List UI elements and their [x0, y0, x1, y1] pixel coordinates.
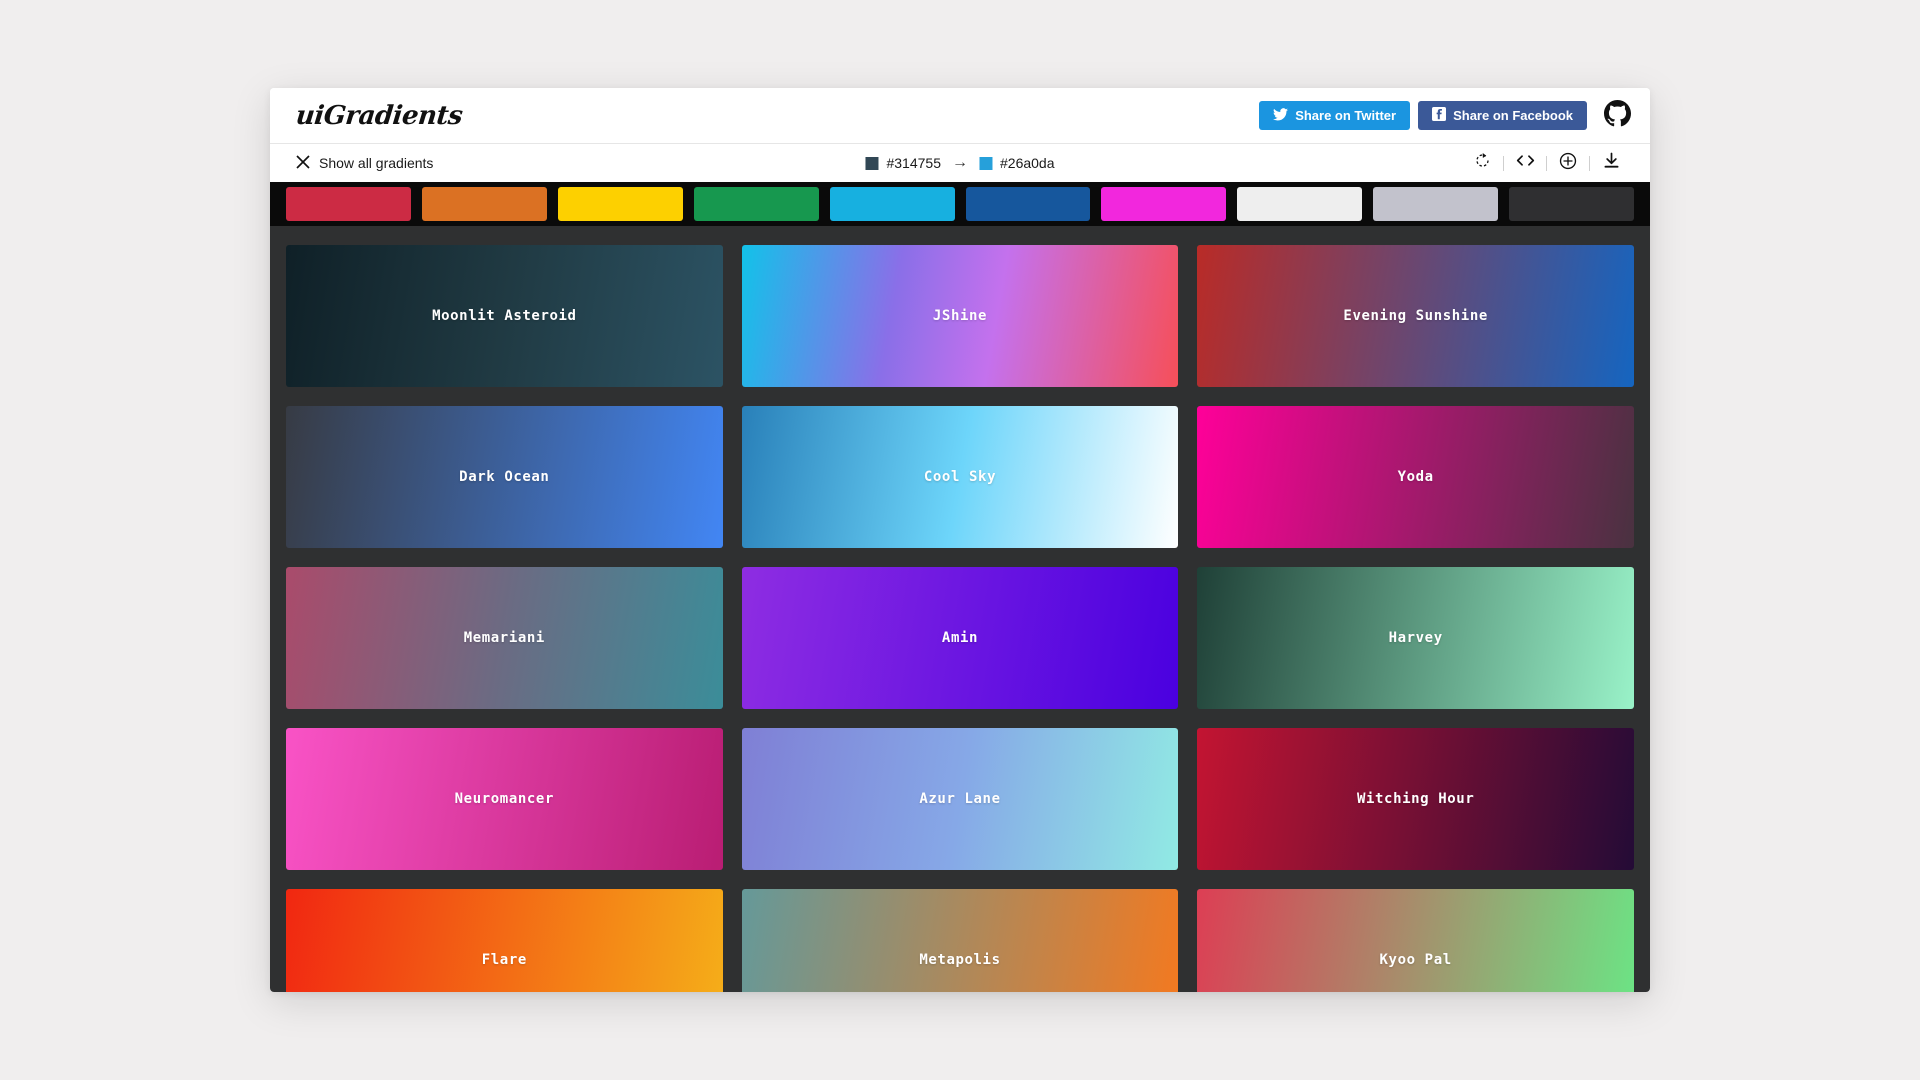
download-button[interactable] [1590, 144, 1632, 182]
current-gradient-codes: #314755 → #26a0da [865, 154, 1055, 172]
download-icon [1603, 152, 1620, 174]
header-actions: Share on Twitter Share on Facebook [1259, 99, 1632, 132]
twitter-icon [1273, 107, 1289, 124]
gradient-card-name: Neuromancer [454, 791, 554, 807]
share-on-facebook-label: Share on Facebook [1453, 108, 1573, 123]
code-icon [1516, 152, 1535, 174]
gradient-card-name: Evening Sunshine [1343, 308, 1488, 324]
github-icon [1603, 99, 1631, 132]
gradient-card[interactable]: Dark Ocean [286, 406, 723, 548]
gradient-card[interactable]: Flare [286, 889, 723, 992]
rotate-gradient-button[interactable] [1461, 144, 1503, 182]
rotate-icon [1474, 152, 1491, 174]
plus-circle-icon [1559, 152, 1577, 175]
gradient-card[interactable]: Azur Lane [741, 728, 1179, 870]
gradient-card-name: Cool Sky [923, 469, 997, 485]
gradient-from-hex: #314755 [886, 155, 941, 171]
gradient-card-name: Amin [941, 630, 979, 646]
close-icon [296, 154, 310, 172]
gradient-direction-arrow: → [952, 154, 968, 171]
filter-swatch-black[interactable] [1509, 187, 1635, 221]
gradient-to-swatch [979, 156, 992, 170]
brand-logo[interactable]: uiGradients [294, 101, 463, 131]
gradient-card-name: Memariani [463, 630, 545, 646]
gradient-grid: Moonlit Asteroid JShine Evening Sunshine Da… [286, 245, 1634, 992]
filter-swatch-cyan[interactable] [829, 187, 955, 221]
add-gradient-button[interactable] [1547, 144, 1589, 182]
show-all-gradients-button[interactable]: Show all gradients [296, 154, 434, 172]
filter-swatch-blue[interactable] [965, 187, 1091, 221]
app-window: uiGradients Share on Twitter Share on Fa… [270, 88, 1650, 992]
gradient-card[interactable]: JShine [741, 245, 1179, 387]
gradient-card-name: JShine [932, 308, 988, 324]
share-on-facebook-button[interactable]: Share on Facebook [1418, 101, 1587, 130]
share-on-twitter-button[interactable]: Share on Twitter [1259, 101, 1411, 130]
gradient-card-name: Harvey [1388, 630, 1443, 646]
gradient-toolbar: Show all gradients #314755 → #26a0da [270, 144, 1650, 182]
gradient-card-name: Kyoo Pal [1379, 952, 1452, 968]
gradient-card-name: Witching Hour [1356, 791, 1475, 807]
gradient-card-name: Moonlit Asteroid [432, 308, 577, 324]
gradient-card-name: Metapolis [919, 952, 1001, 968]
gradient-to-hex: #26a0da [1000, 155, 1055, 171]
gradient-card[interactable]: Harvey [1197, 567, 1634, 709]
gradient-card[interactable]: Cool Sky [741, 406, 1179, 548]
gradient-card[interactable]: Witching Hour [1197, 728, 1634, 870]
gradient-card-name: Azur Lane [919, 791, 1001, 807]
color-filter-bar [270, 182, 1650, 226]
facebook-icon [1432, 107, 1447, 124]
gradient-card[interactable]: Yoda [1197, 406, 1634, 548]
gradient-card[interactable]: Metapolis [741, 889, 1179, 992]
filter-swatch-white[interactable] [1237, 187, 1363, 221]
gradient-card-name: Yoda [1397, 469, 1434, 485]
gradient-card-name: Flare [481, 952, 527, 968]
github-link[interactable] [1602, 99, 1632, 132]
filter-swatch-yellow[interactable] [557, 187, 683, 221]
show-all-gradients-label: Show all gradients [319, 155, 434, 171]
gradient-to-chip[interactable]: #26a0da [979, 155, 1055, 171]
filter-swatch-grey[interactable] [1373, 187, 1499, 221]
gradient-card[interactable]: Moonlit Asteroid [286, 245, 723, 387]
gradient-grid-scroll-area[interactable]: Moonlit Asteroid JShine Evening Sunshine Da… [270, 226, 1650, 992]
filter-swatch-green[interactable] [693, 187, 819, 221]
site-header: uiGradients Share on Twitter Share on Fa… [270, 88, 1650, 144]
filter-swatch-orange[interactable] [421, 187, 547, 221]
filter-swatch-red[interactable] [286, 187, 411, 221]
gradient-card[interactable]: Kyoo Pal [1197, 889, 1634, 992]
share-on-twitter-label: Share on Twitter [1295, 108, 1397, 123]
gradient-card[interactable]: Memariani [286, 567, 723, 709]
filter-swatch-magenta[interactable] [1101, 187, 1227, 221]
view-code-button[interactable] [1504, 144, 1546, 182]
gradient-card[interactable]: Neuromancer [286, 728, 723, 870]
gradient-from-chip[interactable]: #314755 [865, 155, 941, 171]
gradient-card-name: Dark Ocean [459, 469, 550, 485]
gradient-card[interactable]: Amin [741, 567, 1179, 709]
gradient-from-swatch [865, 156, 879, 170]
toolbar-tools [1461, 144, 1632, 182]
gradient-card[interactable]: Evening Sunshine [1197, 245, 1634, 387]
